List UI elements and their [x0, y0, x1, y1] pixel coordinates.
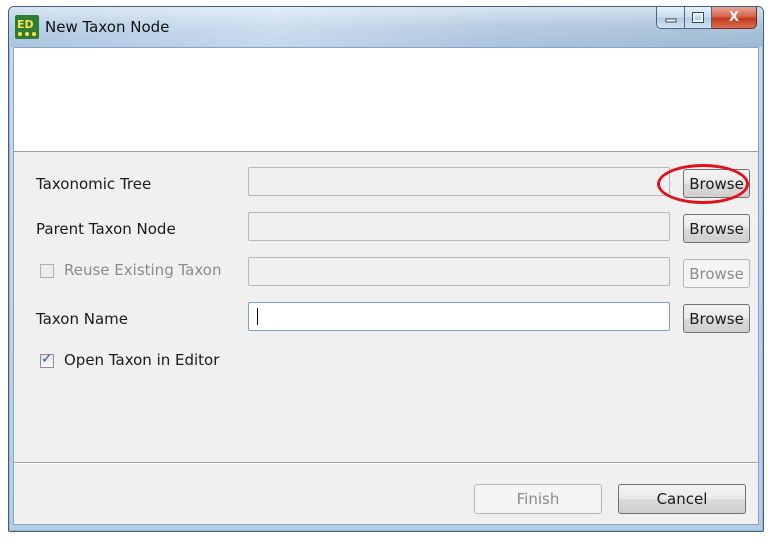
svg-text:ED: ED — [17, 18, 34, 31]
dialog-window: ED New Taxon Node X Taxonomic Tree Brows… — [8, 6, 764, 532]
minimize-button[interactable] — [656, 7, 685, 29]
taxonomic-tree-field — [248, 167, 670, 196]
close-button[interactable]: X — [712, 7, 757, 29]
parent-taxon-node-field — [248, 212, 670, 241]
maximize-icon — [692, 12, 704, 23]
taxon-name-label: Taxon Name — [36, 310, 128, 328]
maximize-button[interactable] — [685, 7, 712, 29]
window-title: New Taxon Node — [45, 18, 170, 36]
minimize-icon — [665, 18, 676, 22]
title-bar[interactable]: ED New Taxon Node X — [9, 7, 763, 47]
dialog-client-area: Taxonomic Tree Browse Parent Taxon Node … — [13, 47, 759, 525]
cancel-button[interactable]: Cancel — [618, 484, 746, 514]
taxonomic-tree-browse-button[interactable]: Browse — [683, 169, 750, 198]
reuse-existing-taxon-checkbox[interactable] — [40, 264, 54, 278]
caption-buttons: X — [656, 7, 757, 29]
taxon-name-browse-button[interactable]: Browse — [683, 304, 750, 333]
taxonomic-tree-label: Taxonomic Tree — [36, 175, 152, 193]
reuse-existing-taxon-browse-button[interactable]: Browse — [683, 259, 750, 288]
finish-button[interactable]: Finish — [474, 484, 602, 514]
footer-separator — [14, 462, 758, 464]
close-icon: X — [728, 10, 740, 25]
reuse-existing-taxon-label: Reuse Existing Taxon — [64, 261, 222, 279]
taxon-name-input[interactable] — [248, 302, 670, 331]
wizard-banner — [14, 48, 758, 152]
taxeditor-app-icon: ED — [15, 15, 39, 39]
parent-taxon-node-label: Parent Taxon Node — [36, 220, 176, 238]
reuse-existing-taxon-field — [248, 257, 670, 286]
text-caret — [257, 308, 258, 325]
parent-taxon-node-browse-button[interactable]: Browse — [683, 214, 750, 243]
open-taxon-in-editor-label: Open Taxon in Editor — [64, 351, 220, 369]
checkmark-icon: ✓ — [41, 351, 53, 367]
open-taxon-in-editor-checkbox[interactable]: ✓ — [40, 351, 54, 368]
